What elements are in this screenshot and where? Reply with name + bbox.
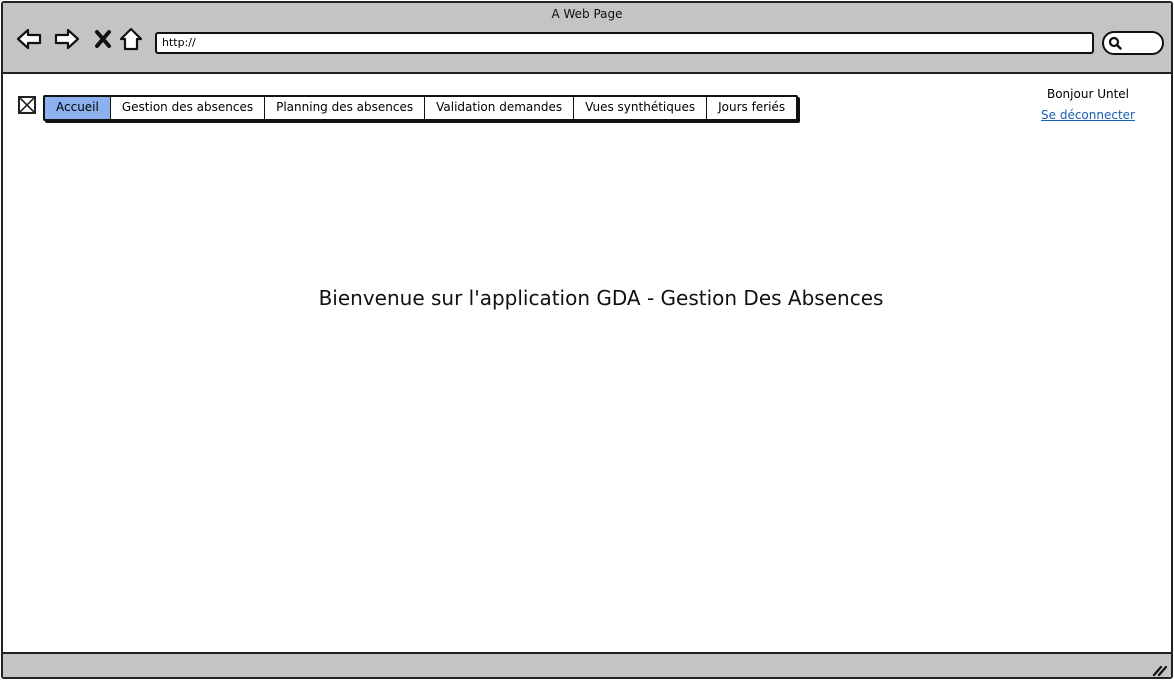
forward-arrow-icon[interactable] [53, 25, 81, 53]
logout-link[interactable]: Se déconnecter [1003, 108, 1171, 122]
home-icon[interactable] [117, 25, 145, 53]
menu-item-accueil[interactable]: Accueil [45, 97, 111, 119]
main-menu: Accueil Gestion des absences Planning de… [43, 95, 799, 121]
welcome-message: Bienvenue sur l'application GDA - Gestio… [318, 286, 884, 310]
status-bar [3, 652, 1171, 677]
user-greeting: Bonjour Untel [1046, 87, 1130, 101]
menu-item-validation-demandes[interactable]: Validation demandes [425, 97, 575, 119]
menu-item-jours-feries[interactable]: Jours feriés [707, 97, 796, 119]
menu-close-icon[interactable] [18, 96, 36, 114]
search-icon [1108, 36, 1122, 50]
window-title: A Web Page [551, 7, 623, 21]
browser-window: A Web Page http:// Accueil Gestion des a… [1, 1, 1173, 679]
menu-item-vues-synthetiques[interactable]: Vues synthétiques [574, 97, 708, 119]
search-input[interactable] [1102, 31, 1164, 55]
close-icon[interactable] [89, 25, 117, 53]
menu-item-planning-absences[interactable]: Planning des absences [265, 97, 426, 119]
address-bar[interactable]: http:// [155, 32, 1094, 54]
page-content: Accueil Gestion des absences Planning de… [3, 74, 1171, 652]
back-arrow-icon[interactable] [15, 25, 43, 53]
resize-grip-icon[interactable] [1151, 661, 1167, 677]
browser-toolbar: A Web Page http:// [3, 3, 1171, 74]
menu-item-gestion-absences[interactable]: Gestion des absences [111, 97, 266, 119]
